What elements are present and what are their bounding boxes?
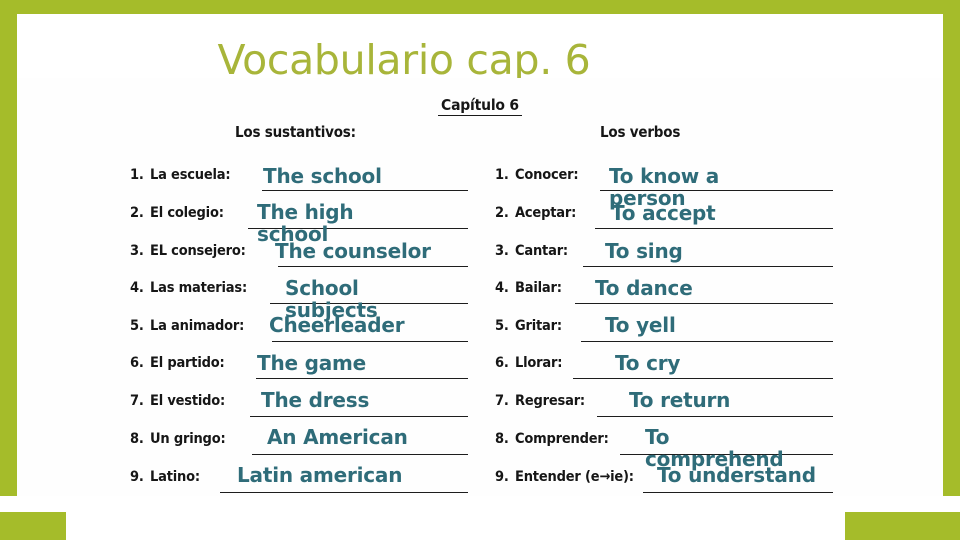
noun-answer-textbox[interactable]: Cheerleader	[269, 314, 484, 336]
verb-answer-textbox[interactable]: To cry	[615, 352, 815, 374]
row-number: 7.	[130, 393, 144, 409]
answer-blank-line[interactable]	[595, 228, 833, 229]
spanish-term: EL consejero:	[150, 243, 246, 259]
answer-blank-line[interactable]	[643, 492, 833, 493]
slide-content-area: Vocabulario cap. 6 Capítulo 6 Los sustan…	[17, 14, 943, 512]
row-number: 2.	[495, 205, 509, 221]
row-number: 9.	[130, 469, 144, 485]
verbs-section-heading: Los verbos	[600, 123, 681, 141]
worksheet-heading-text: Capítulo 6	[438, 96, 522, 116]
row-number: 4.	[495, 280, 509, 296]
spanish-term: Comprender:	[515, 431, 609, 447]
spanish-term: Bailar:	[515, 280, 562, 296]
verb-answer-textbox[interactable]: To dance	[595, 277, 795, 299]
verb-answer-textbox[interactable]: To return	[629, 389, 829, 411]
spanish-term: El colegio:	[150, 205, 224, 221]
slide-canvas: Vocabulario cap. 6 Capítulo 6 Los sustan…	[0, 0, 960, 540]
noun-answer-textbox[interactable]: The game	[257, 352, 472, 374]
row-number: 2.	[130, 205, 144, 221]
answer-blank-line[interactable]	[262, 190, 468, 191]
worksheet-scan: Capítulo 6 Los sustantivos: Los verbos 1…	[17, 78, 943, 512]
bottom-right-green-block	[845, 512, 960, 540]
row-number: 1.	[130, 167, 144, 183]
spanish-term: La escuela:	[150, 167, 231, 183]
answer-blank-line[interactable]	[583, 266, 833, 267]
noun-answer-textbox[interactable]: The school	[263, 165, 478, 187]
row-number: 6.	[495, 355, 509, 371]
spanish-term: Las materias:	[150, 280, 247, 296]
row-number: 1.	[495, 167, 509, 183]
spanish-term: El vestido:	[150, 393, 226, 409]
noun-answer-textbox[interactable]: An American	[267, 426, 482, 448]
right-green-border	[943, 0, 960, 540]
worksheet-heading: Capítulo 6	[17, 96, 943, 116]
row-number: 8.	[495, 431, 509, 447]
row-number: 5.	[130, 318, 144, 334]
row-number: 6.	[130, 355, 144, 371]
answer-blank-line[interactable]	[220, 492, 468, 493]
spanish-term: Llorar:	[515, 355, 563, 371]
answer-blank-line[interactable]	[272, 341, 468, 342]
row-number: 4.	[130, 280, 144, 296]
answer-blank-line[interactable]	[278, 266, 468, 267]
noun-answer-textbox[interactable]: The dress	[261, 389, 476, 411]
answer-blank-line[interactable]	[597, 416, 833, 417]
answer-blank-line[interactable]	[575, 303, 833, 304]
spanish-term: Aceptar:	[515, 205, 577, 221]
bottom-left-green-block	[0, 512, 66, 540]
verb-answer-textbox[interactable]: To sing	[605, 240, 805, 262]
row-number: 9.	[495, 469, 509, 485]
answer-blank-line[interactable]	[252, 454, 468, 455]
answer-blank-line[interactable]	[581, 341, 833, 342]
spanish-term: La animador:	[150, 318, 245, 334]
row-number: 5.	[495, 318, 509, 334]
bottom-white-strip	[0, 496, 960, 540]
verb-answer-textbox[interactable]: To yell	[605, 314, 805, 336]
spanish-term: Gritar:	[515, 318, 562, 334]
left-green-border	[0, 0, 17, 540]
spanish-term: Latino:	[150, 469, 200, 485]
row-number: 3.	[495, 243, 509, 259]
row-number: 3.	[130, 243, 144, 259]
spanish-term: Cantar:	[515, 243, 568, 259]
row-number: 8.	[130, 431, 144, 447]
spanish-term: Regresar:	[515, 393, 585, 409]
spanish-term: El partido:	[150, 355, 225, 371]
spanish-term: Conocer:	[515, 167, 579, 183]
noun-answer-textbox[interactable]: The counselor	[275, 240, 490, 262]
nouns-section-heading: Los sustantivos:	[235, 123, 356, 141]
answer-blank-line[interactable]	[250, 416, 468, 417]
verb-answer-textbox[interactable]: To understand	[657, 464, 887, 486]
verb-answer-textbox[interactable]: To accept	[611, 202, 811, 224]
noun-answer-textbox[interactable]: Latin american	[237, 464, 452, 486]
spanish-term: Un gringo:	[150, 431, 226, 447]
row-number: 7.	[495, 393, 509, 409]
spanish-term: Entender (e→ie):	[515, 469, 634, 485]
top-green-border	[0, 0, 960, 14]
answer-blank-line[interactable]	[573, 378, 833, 379]
page-title: Vocabulario cap. 6	[217, 36, 591, 84]
answer-blank-line[interactable]	[256, 378, 468, 379]
